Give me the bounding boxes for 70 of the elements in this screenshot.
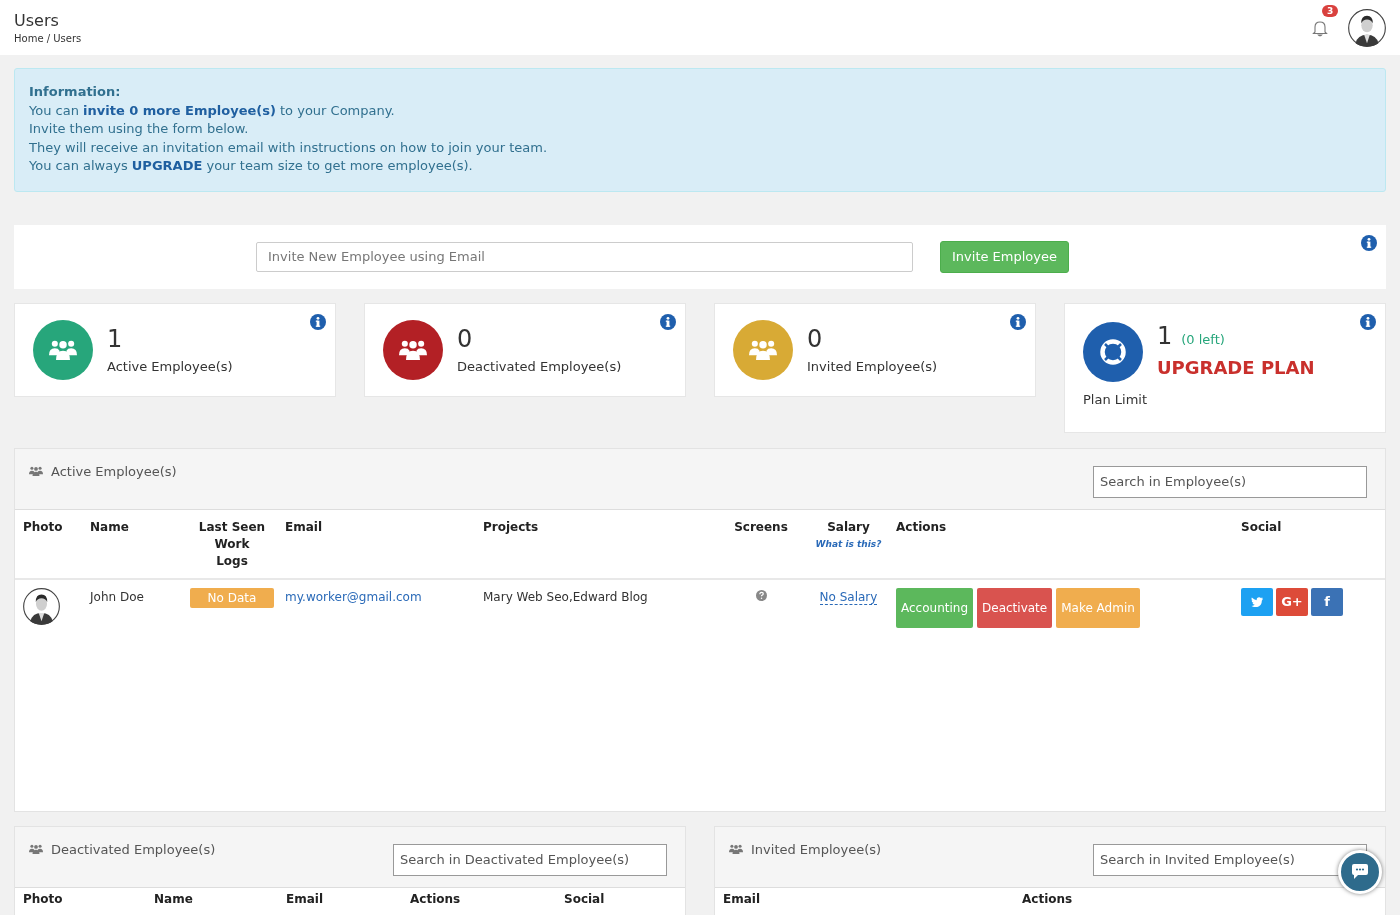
search-field[interactable]: Search in Employee(s)	[1093, 465, 1367, 498]
stat-label: Deactivated Employee(s)	[457, 359, 622, 374]
alert-text: You can always UPGRADE your team size to get more employee(s).	[29, 157, 474, 175]
google-plus-button[interactable]: G+	[1276, 587, 1308, 616]
column-header: Photo	[23, 519, 63, 534]
notification-badge: 3	[1322, 4, 1339, 17]
remaining-note: (0 left)	[1181, 331, 1225, 347]
column-header: Salary	[827, 518, 870, 536]
alert-text: You can invite 0 more Employee(s) to your Company.	[29, 101, 396, 120]
column-header: Last Seen Work Logs	[197, 518, 267, 570]
table-cell: Mary Web Seo,Edward Blog	[483, 589, 648, 604]
status-badge: No Data	[189, 587, 275, 608]
stat-value: 0	[807, 325, 824, 353]
group-icon	[749, 339, 777, 360]
info-icon[interactable]	[1360, 313, 1376, 330]
stat-value: 0	[457, 325, 474, 353]
info-icon[interactable]	[310, 313, 326, 330]
column-header: Actions	[410, 891, 461, 906]
stat-value: 1	[1157, 321, 1173, 350]
stat-label: Plan Limit	[1083, 391, 1149, 407]
column-header: Email	[285, 519, 323, 534]
invite-email-field[interactable]: Invite New Employee using Email	[256, 241, 913, 272]
action-button[interactable]: Accounting	[896, 587, 973, 628]
alert-heading: Information:	[29, 83, 122, 101]
table-cell: John Doe	[90, 589, 144, 604]
column-header: Actions	[1022, 891, 1073, 906]
stat-label: Active Employee(s)	[107, 359, 233, 374]
upgrade-plan-link[interactable]: UPGRADE PLAN	[1157, 349, 1327, 386]
help-icon[interactable]	[755, 589, 767, 601]
column-header: Social	[564, 891, 605, 906]
alert-text: Invite them using the form below.	[29, 120, 250, 138]
column-header: Screens	[734, 518, 788, 536]
group-icon	[29, 465, 43, 477]
info-icon[interactable]	[1010, 313, 1026, 330]
invite-button[interactable]: Invite Employee	[940, 240, 1069, 273]
column-header: Social	[1241, 519, 1282, 534]
panel-title: Invited Employee(s)	[751, 841, 882, 857]
what-is-this-link[interactable]: What is this?	[801, 535, 896, 553]
salary-link[interactable]: No Salary	[819, 589, 878, 605]
column-header: Photo	[23, 891, 63, 906]
bird-icon	[1251, 596, 1263, 607]
user-avatar	[1348, 8, 1386, 47]
alert-text: They will receive an invitation email with instructions on how to join your team.	[29, 138, 549, 157]
group-icon	[729, 843, 743, 855]
column-header: Name	[90, 519, 129, 534]
group-icon	[399, 339, 427, 360]
action-button[interactable]: Deactivate	[977, 587, 1053, 628]
breadcrumb: Home / Users	[14, 33, 82, 44]
chat-icon	[1350, 863, 1370, 881]
panel-title: Deactivated Employee(s)	[51, 841, 216, 857]
column-header: Actions	[896, 519, 947, 534]
stat-label: Invited Employee(s)	[807, 359, 938, 374]
employee-avatar	[23, 587, 60, 625]
page-title: Users	[14, 11, 60, 30]
group-icon	[49, 339, 77, 360]
search-field[interactable]: Search in Invited Employee(s)	[1093, 843, 1367, 876]
lifebuoy-icon	[1099, 337, 1127, 366]
column-header: Name	[154, 891, 193, 906]
column-header: Email	[723, 891, 761, 906]
column-header: Projects	[483, 519, 539, 534]
panel-title: Active Employee(s)	[51, 463, 177, 479]
group-icon	[29, 843, 43, 855]
stat-value: 1	[107, 325, 124, 353]
facebook-button[interactable]: f	[1311, 587, 1343, 616]
email-link[interactable]: my.worker@gmail.com	[285, 589, 422, 604]
search-field[interactable]: Search in Deactivated Employee(s)	[393, 843, 667, 876]
twitter-button[interactable]	[1241, 587, 1273, 616]
info-icon[interactable]	[1361, 234, 1377, 251]
info-icon[interactable]	[660, 313, 676, 330]
column-header: Email	[286, 891, 324, 906]
